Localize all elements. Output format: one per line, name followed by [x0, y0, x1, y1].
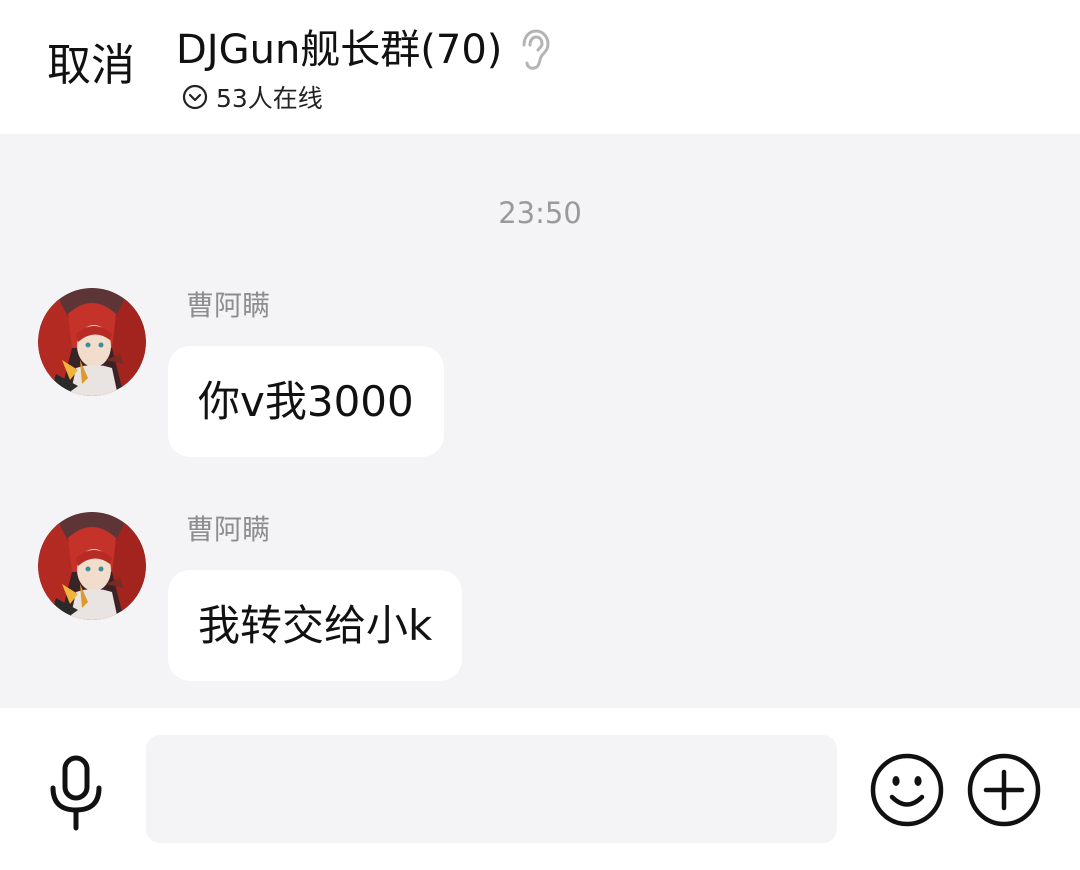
message-bubble[interactable]: 我转交给小k — [168, 570, 463, 681]
avatar[interactable] — [38, 512, 146, 620]
online-count: 53人在线 — [216, 84, 323, 113]
chevron-down-circle-icon — [182, 84, 208, 110]
cancel-button[interactable]: 取消 — [47, 38, 135, 94]
message-timestamp: 23:50 — [498, 196, 582, 230]
voice-button[interactable] — [44, 754, 108, 834]
group-title[interactable]: DJGun舰长群(70) — [176, 22, 502, 78]
sender-name[interactable]: 曹阿瞒 — [186, 512, 270, 548]
plus-circle-icon — [967, 753, 1041, 827]
online-status-row[interactable]: 53人在线 — [182, 80, 323, 114]
emoji-button[interactable] — [869, 752, 945, 828]
group-title-row: DJGun舰长群(70) — [176, 22, 552, 78]
chat-header: 取消 DJGun舰长群(70) 53人在线 — [0, 0, 1080, 134]
ear-icon[interactable] — [516, 28, 552, 72]
chat-screen: 取消 DJGun舰长群(70) 53人在线 23:50 曹阿瞒 你v我3000 … — [0, 0, 1080, 870]
avatar[interactable] — [38, 288, 146, 396]
message-input[interactable] — [146, 735, 837, 843]
input-bar — [0, 708, 1080, 870]
more-button[interactable] — [966, 752, 1042, 828]
microphone-icon — [50, 755, 102, 831]
smiley-icon — [870, 753, 944, 827]
message-bubble[interactable]: 你v我3000 — [168, 346, 444, 457]
sender-name[interactable]: 曹阿瞒 — [186, 288, 270, 324]
